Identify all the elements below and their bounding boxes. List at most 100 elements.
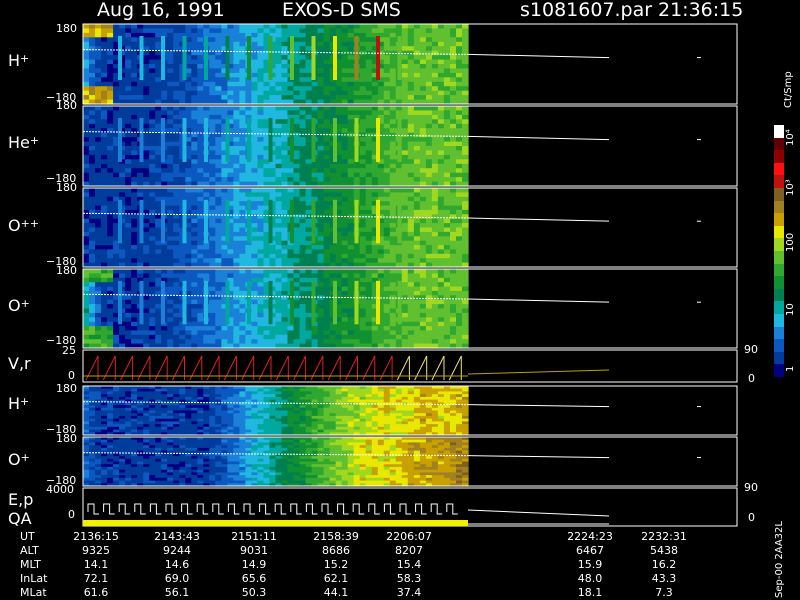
heatmap-cell [215, 95, 222, 101]
heatmap-cell [299, 150, 307, 156]
heatmap-cell [269, 86, 277, 92]
heatmap-cell [221, 168, 228, 174]
heatmap-cell [209, 154, 216, 160]
heatmap-cell [407, 196, 415, 202]
heatmap-cell [173, 304, 180, 310]
heatmap-cell [359, 334, 367, 340]
heatmap-cell [305, 106, 313, 111]
heatmap-cell [275, 231, 283, 237]
heatmap-cell [431, 163, 439, 169]
heatmap-cell [437, 95, 445, 101]
heatmap-cell [137, 163, 144, 169]
heatmap-cell [233, 159, 240, 165]
heatmap-cell [407, 163, 415, 169]
heatmap-cell [233, 119, 240, 125]
heatmap-cell [143, 273, 150, 279]
heatmap-cell [101, 339, 108, 345]
heatmap-cell [239, 159, 246, 165]
heatmap-cell [89, 188, 96, 193]
heatmap-cell [413, 95, 421, 101]
heatmap-cell [83, 196, 90, 202]
heatmap-cell [191, 326, 198, 332]
heatmap-cell [425, 326, 433, 332]
heatmap-cell [209, 77, 216, 83]
heatmap-cell [419, 231, 427, 237]
heatmap-cell [425, 258, 433, 264]
heatmap-cell [257, 240, 265, 246]
heatmap-cell [389, 304, 397, 310]
heatmap-cell [347, 227, 355, 233]
heatmap-cell [293, 110, 301, 116]
heatmap-cell [371, 177, 379, 183]
heatmap-cell [371, 81, 379, 87]
heatmap-cell [317, 214, 325, 220]
heatmap-cell [462, 81, 469, 87]
heatmap-cell [395, 24, 403, 29]
heatmap-cell [203, 90, 210, 96]
heatmap-cell [251, 299, 258, 305]
heatmap-cell [215, 218, 222, 224]
heatmap-cell [281, 249, 289, 255]
heatmap-cell [407, 137, 415, 143]
heatmap-cell [167, 295, 174, 301]
heatmap-cell [143, 81, 150, 87]
heatmap-cell [239, 150, 246, 156]
heatmap-cell [317, 312, 325, 318]
heatmap-cell [197, 146, 204, 151]
heatmap-cell [149, 330, 156, 336]
heatmap-cell [233, 196, 240, 202]
heatmap-cell [143, 59, 150, 65]
spike-mark [118, 36, 122, 80]
heatmap-cell [191, 269, 198, 274]
heatmap-cell [227, 81, 234, 87]
heatmap-cell [407, 154, 415, 160]
heatmap-cell [293, 231, 301, 237]
heatmap-cell [456, 258, 463, 264]
heatmap-cell [95, 159, 102, 165]
heatmap-cell [450, 196, 457, 202]
heatmap-cell [389, 312, 397, 318]
heatmap-cell [173, 37, 180, 43]
heatmap-cell [359, 55, 367, 61]
heatmap-cell [443, 236, 451, 242]
heatmap-cell [107, 163, 114, 169]
heatmap-cell [191, 37, 198, 43]
heatmap-cell [167, 299, 174, 305]
heatmap-cell [287, 95, 295, 101]
heatmap-cell [197, 205, 204, 211]
heatmap-cell [251, 72, 258, 78]
heatmap-cell [383, 308, 391, 314]
heatmap-cell [173, 218, 180, 224]
heatmap-cell [359, 290, 367, 296]
heatmap-cell [323, 68, 331, 74]
heatmap-cell [401, 269, 409, 274]
heatmap-cell [143, 137, 150, 143]
heatmap-cell [215, 240, 222, 246]
heatmap-cell [437, 141, 445, 147]
heatmap-cell [407, 81, 415, 87]
heatmap-cell [149, 326, 156, 332]
heatmap-cell [143, 299, 150, 305]
heatmap-cell [149, 86, 156, 92]
heatmap-cell [323, 277, 331, 283]
heatmap-cell [450, 132, 457, 138]
heatmap-cell [149, 299, 156, 305]
heatmap-cell [275, 172, 283, 178]
heatmap-cell [407, 223, 415, 229]
heatmap-cell [462, 258, 469, 264]
heatmap-cell [413, 330, 421, 336]
heatmap-cell [131, 141, 138, 147]
heatmap-cell [239, 253, 246, 259]
heatmap-cell [233, 24, 240, 29]
heatmap-cell [407, 282, 415, 288]
heatmap-cell [281, 110, 289, 116]
heatmap-cell [269, 110, 277, 116]
heatmap-cell [395, 106, 403, 111]
heatmap-cell [443, 55, 451, 61]
heatmap-cell [456, 106, 463, 111]
heatmap-cell [185, 177, 192, 183]
heatmap-cell [341, 141, 349, 147]
heatmap-cell [401, 172, 409, 178]
heatmap-cell [456, 90, 463, 96]
heatmap-cell [251, 59, 258, 65]
